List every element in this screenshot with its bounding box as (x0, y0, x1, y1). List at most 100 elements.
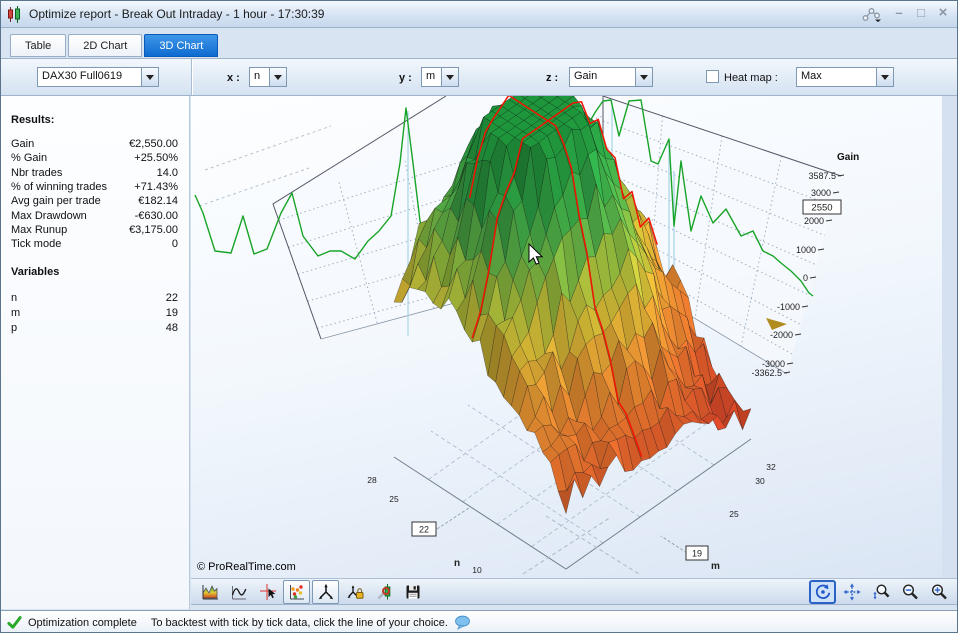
title-bar[interactable]: Optimize report - Break Out Intraday - 1… (1, 1, 957, 28)
row-value: 0 (172, 238, 178, 250)
row-value: +25.50% (134, 152, 178, 164)
axes-3d-button[interactable] (312, 580, 339, 604)
chat-bubble-icon[interactable] (454, 615, 471, 630)
heatmap-mode-select[interactable]: Max (796, 67, 894, 87)
instrument-value: DAX30 Full0619 (38, 68, 141, 86)
row-value: +71.43% (134, 181, 178, 193)
zoom-out-button[interactable] (896, 580, 923, 604)
right-margin (942, 96, 958, 605)
svg-text:25: 25 (729, 509, 739, 519)
svg-text:Gain: Gain (837, 152, 859, 163)
svg-text:0: 0 (803, 273, 808, 283)
results-panel: Results: Gain€2,550.00% Gain +25.50% Nbr t… (1, 96, 190, 609)
row-label: n (11, 292, 17, 304)
result-row: p 48 (11, 322, 178, 336)
pan-button[interactable] (838, 580, 865, 604)
row-value: €3,175.00 (129, 224, 178, 236)
toolbar-separator (191, 59, 192, 95)
scatter-points-button[interactable] (283, 580, 310, 604)
dropdown-arrow-icon[interactable] (876, 68, 893, 86)
result-row: % Gain +25.50% (11, 152, 178, 166)
instrument-select[interactable]: DAX30 Full0619 (37, 67, 159, 87)
dropdown-arrow-icon[interactable] (635, 68, 652, 86)
row-value: 19 (166, 307, 178, 319)
candlestick-app-icon (6, 6, 23, 23)
status-message: To backtest with tick by tick data, clic… (151, 617, 448, 629)
row-value: 22 (166, 292, 178, 304)
result-row: Gain€2,550.00 (11, 138, 178, 152)
report-tabs: Table2D Chart3D Chart (10, 34, 218, 58)
y-axis-select[interactable]: m (421, 67, 459, 87)
chart-panel: Gain3587.53000200010000-1000-2000-3000-3… (191, 96, 942, 578)
window-title: Optimize report - Break Out Intraday - 1… (29, 7, 324, 21)
svg-text:m: m (711, 561, 720, 572)
row-label: Nbr trades (11, 167, 62, 179)
heatmap-mode-value: Max (797, 68, 876, 86)
close-button[interactable]: × (933, 4, 953, 22)
dropdown-arrow-icon[interactable] (441, 68, 458, 86)
row-value: 48 (166, 322, 178, 334)
optimize-report-window: Optimize report - Break Out Intraday - 1… (0, 0, 958, 633)
svg-text:10: 10 (472, 565, 482, 575)
tab-3d-chart[interactable]: 3D Chart (144, 34, 218, 57)
svg-text:-3362.5: -3362.5 (751, 368, 782, 378)
row-label: Tick mode (11, 238, 61, 250)
zoom-in-button[interactable] (925, 580, 952, 604)
dropdown-arrow-icon[interactable] (141, 68, 158, 86)
row-label: % of winning trades (11, 181, 107, 193)
row-label: p (11, 322, 17, 334)
status-text: Optimization complete (28, 617, 137, 629)
row-label: Max Runup (11, 224, 67, 236)
svg-text:2550: 2550 (811, 203, 832, 214)
svg-text:30: 30 (755, 476, 765, 486)
result-row: Max Drawdown-€630.00 (11, 210, 178, 224)
line-chart-button[interactable] (225, 580, 252, 604)
svg-text:28: 28 (367, 475, 377, 485)
status-bar: Optimization complete To backtest with t… (1, 610, 957, 633)
result-row: % of winning trades +71.43% (11, 181, 178, 195)
surface-3d-chart[interactable]: Gain3587.53000200010000-1000-2000-3000-3… (191, 96, 942, 578)
chart-settings-button[interactable] (370, 580, 397, 604)
tab-table[interactable]: Table (10, 34, 66, 57)
variables-title: Variables (11, 266, 59, 278)
svg-text:25: 25 (389, 494, 399, 504)
chart-toolbar-right (808, 580, 953, 604)
results-title: Results: (11, 114, 54, 126)
axes-lock-button[interactable] (341, 580, 368, 604)
dropdown-arrow-icon[interactable] (269, 68, 286, 86)
control-toolbar: DAX30 Full0619 x : n y : m z : Gain Heat… (1, 59, 957, 96)
svg-text:1000: 1000 (796, 245, 816, 255)
heatmap-label: Heat map : (724, 72, 778, 84)
svg-text:2000: 2000 (804, 216, 824, 226)
success-check-icon (7, 615, 22, 630)
share-icon[interactable] (861, 7, 883, 25)
row-value: €182.14 (138, 195, 178, 207)
row-value: 14.0 (157, 167, 178, 179)
svg-text:22: 22 (419, 525, 429, 535)
svg-text:-2000: -2000 (770, 330, 793, 340)
z-axis-select[interactable]: Gain (569, 67, 653, 87)
heatmap-checkbox[interactable] (706, 70, 719, 83)
row-value: -€630.00 (135, 210, 178, 222)
z-axis-label: z : (546, 72, 558, 84)
x-axis-select[interactable]: n (249, 67, 287, 87)
row-label: m (11, 307, 20, 319)
save-button[interactable] (399, 580, 426, 604)
tab-2d-chart[interactable]: 2D Chart (68, 34, 142, 57)
result-row: Avg gain per trade €182.14 (11, 195, 178, 209)
surface-chart-button[interactable] (196, 580, 223, 604)
row-label: % Gain (11, 152, 47, 164)
svg-text:32: 32 (766, 462, 776, 472)
y-axis-value: m (422, 68, 441, 86)
svg-text:3000: 3000 (811, 188, 831, 198)
rotate-button[interactable] (809, 580, 836, 604)
x-axis-value: n (250, 68, 269, 86)
chart-toolbar (191, 578, 958, 605)
row-label: Avg gain per trade (11, 195, 101, 207)
minimize-button[interactable]: – (889, 4, 909, 22)
maximize-button[interactable]: □ (911, 4, 931, 22)
crosshair-button[interactable] (254, 580, 281, 604)
row-label: Gain (11, 138, 34, 150)
zoom-scale-button[interactable] (867, 580, 894, 604)
svg-text:n: n (454, 558, 460, 569)
